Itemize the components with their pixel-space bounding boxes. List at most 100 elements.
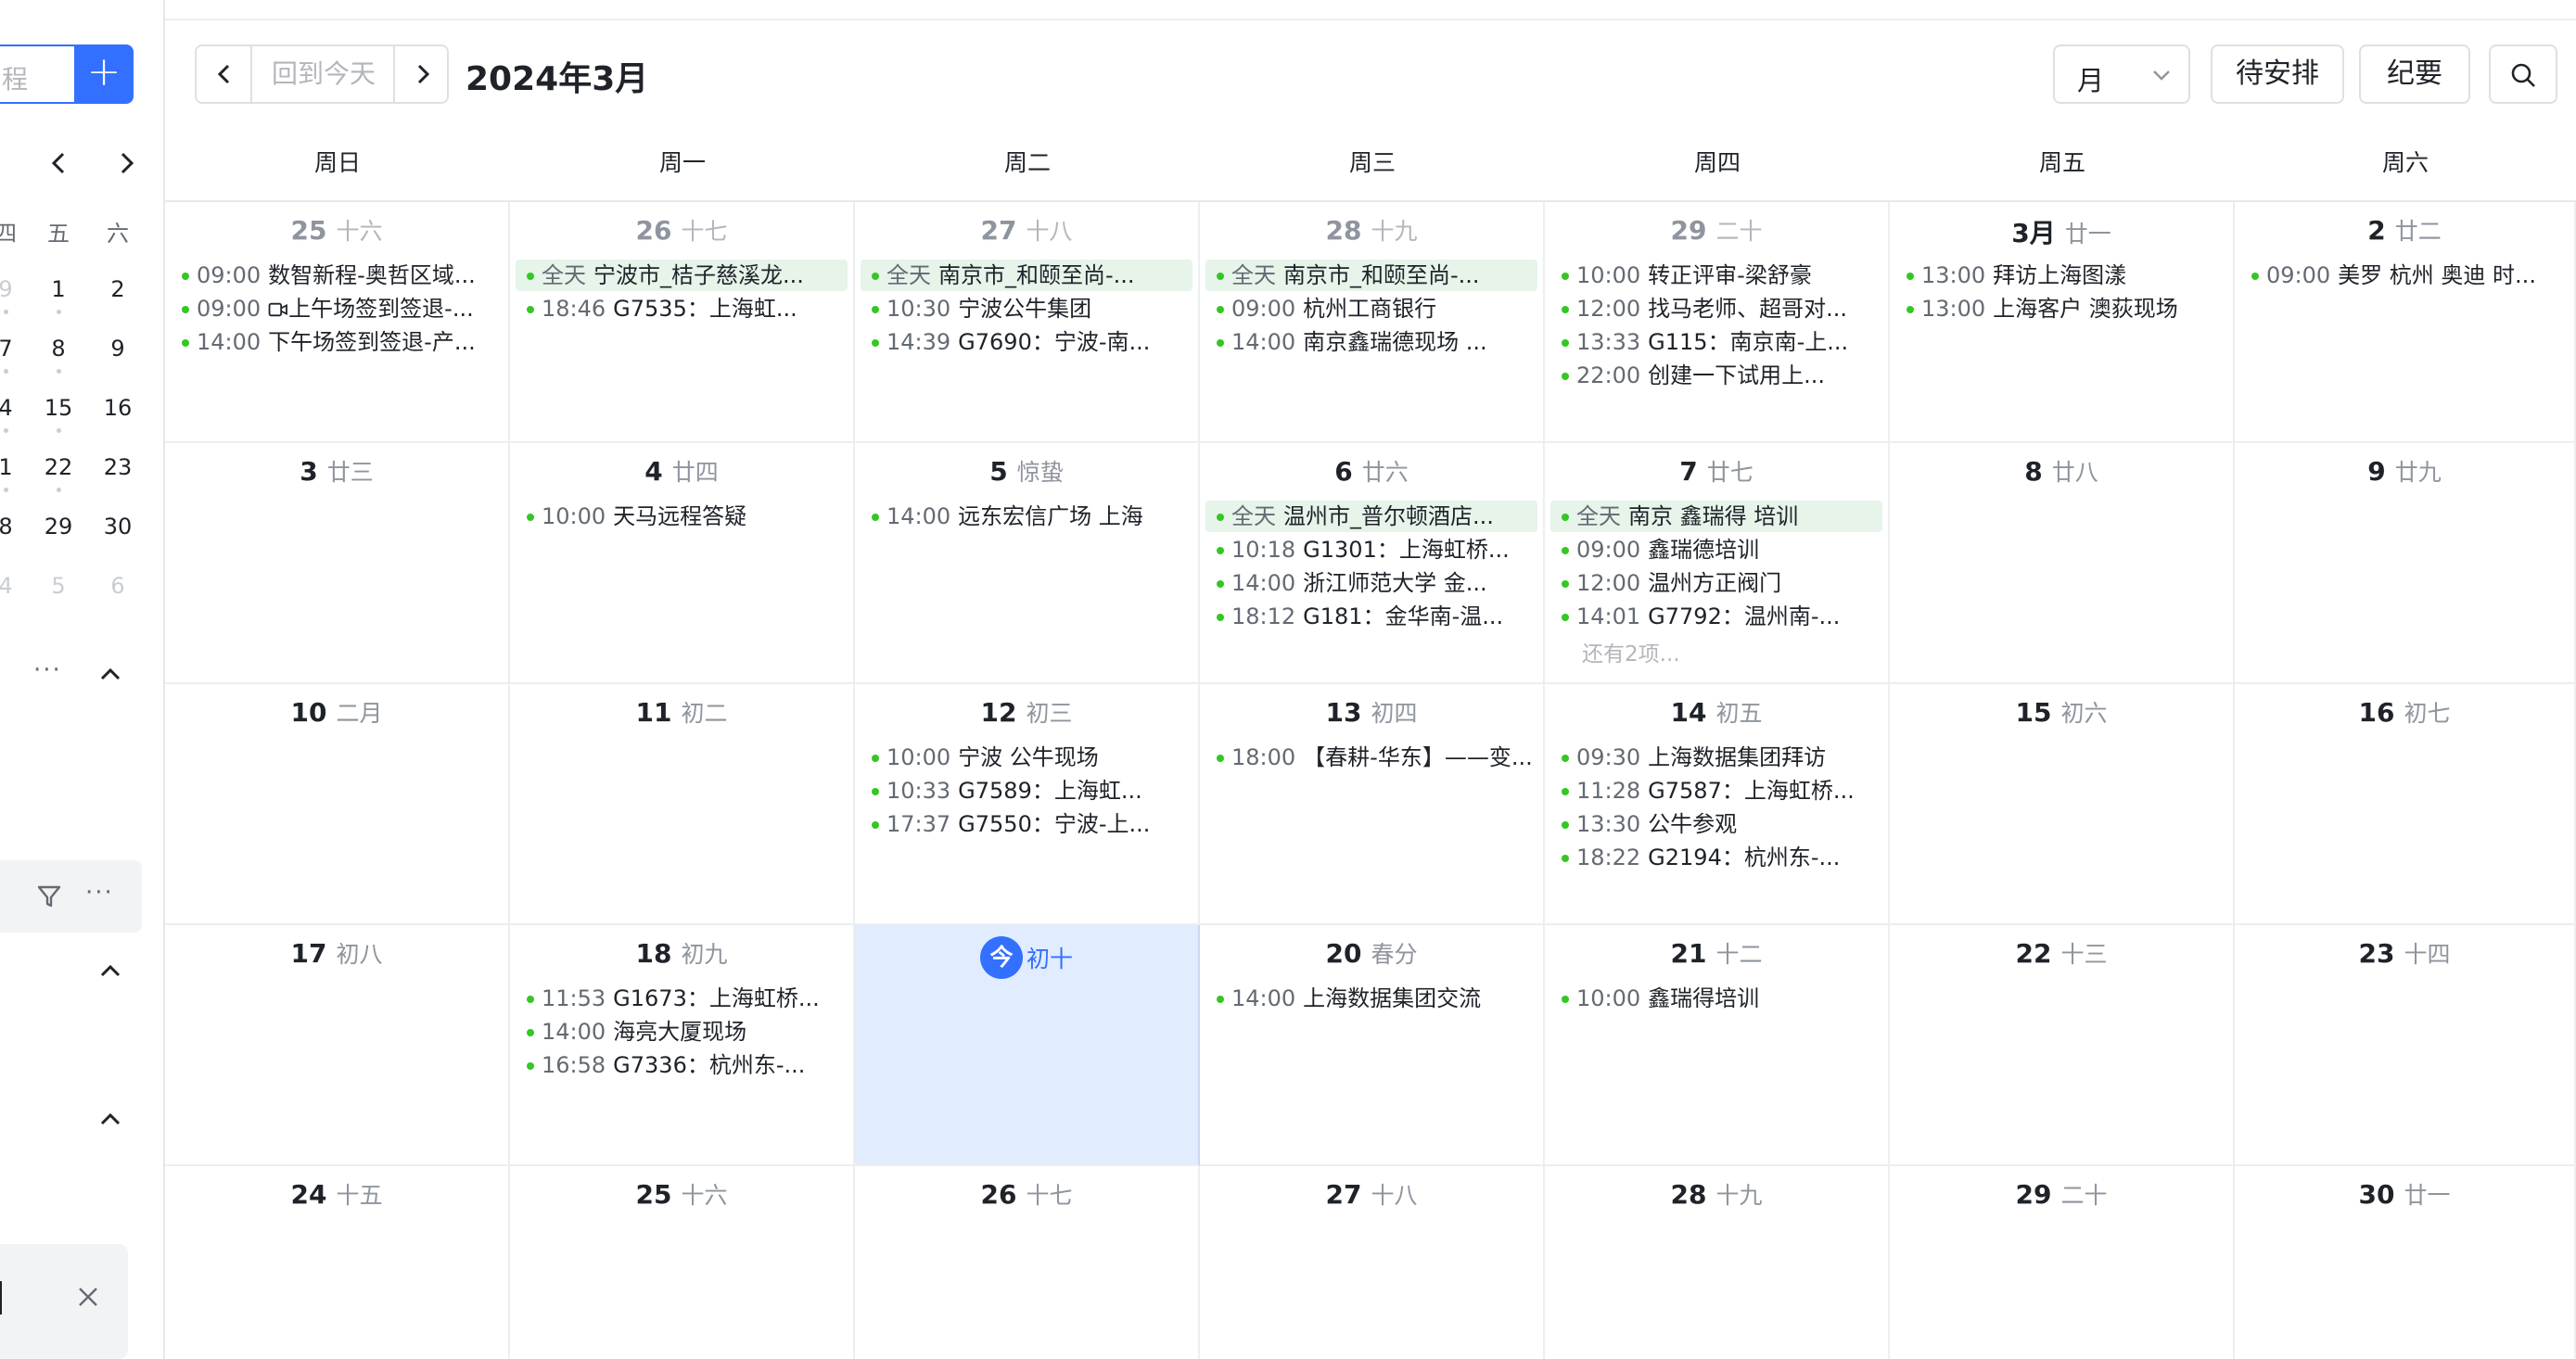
allday-event[interactable]: 全天 温州市_普尔顿酒店...: [1205, 501, 1537, 532]
mini-day[interactable]: 22: [40, 454, 77, 480]
day-cell-today[interactable]: 今初十: [855, 925, 1200, 1166]
day-cell[interactable]: 25 十六 09:00 数智新程-奥哲区域... 09:00 上午场签到签退-... 14:…: [165, 202, 510, 443]
pending-button[interactable]: 待安排: [2211, 44, 2344, 104]
day-cell[interactable]: 27 十八 全天 南京市_和颐至尚-... 10:30 宁波公牛集团 14:39 G7690：…: [855, 202, 1200, 443]
day-cell[interactable]: 26 十七: [855, 1166, 1200, 1359]
day-cell[interactable]: 3月 廿一 13:00 拜访上海图漾 13:00 上海客户 澳荻现场: [1890, 202, 2235, 443]
chevron-up-icon[interactable]: [96, 957, 124, 984]
mini-day[interactable]: 1: [40, 276, 77, 302]
event-item[interactable]: 10:30 宁波公牛集团: [861, 293, 1192, 324]
event-item[interactable]: 14:01 G7792：温州南-...: [1550, 601, 1882, 632]
chevron-left-icon[interactable]: [43, 146, 76, 180]
mini-day[interactable]: 6: [99, 573, 136, 599]
day-cell[interactable]: 7 廿七 全天 南京 鑫瑞得 培训 09:00 鑫瑞德培训 12:00 温州方正阀门 14:01…: [1545, 443, 1890, 684]
filter-icon[interactable]: [35, 883, 63, 910]
prev-month-button[interactable]: [197, 46, 252, 102]
search-button[interactable]: [2489, 44, 2557, 104]
mini-day[interactable]: 1: [0, 454, 24, 480]
event-item[interactable]: 22:00 创建一下试用上...: [1550, 360, 1882, 391]
mini-day[interactable]: 5: [40, 573, 77, 599]
allday-event[interactable]: 全天 南京 鑫瑞得 培训: [1550, 501, 1882, 532]
mini-day[interactable]: 4: [0, 395, 24, 421]
more-icon[interactable]: ···: [85, 879, 114, 907]
day-cell[interactable]: 20 春分 14:00 上海数据集团交流: [1200, 925, 1545, 1166]
day-cell[interactable]: 21 十二 10:00 鑫瑞得培训: [1545, 925, 1890, 1166]
event-item[interactable]: 14:00 浙江师范大学 金...: [1205, 567, 1537, 599]
day-cell[interactable]: 13 初四 18:00 【春耕-华东】——变...: [1200, 684, 1545, 925]
event-item[interactable]: 12:00 找马老师、超哥对...: [1550, 293, 1882, 324]
mini-day[interactable]: 30: [99, 514, 136, 540]
event-item[interactable]: 13:00 拜访上海图漾: [1895, 260, 2227, 291]
mini-day[interactable]: 7: [0, 336, 24, 362]
event-item[interactable]: 17:37 G7550：宁波-上...: [861, 808, 1192, 840]
event-item[interactable]: 14:00 南京鑫瑞德现场 ...: [1205, 326, 1537, 358]
day-cell[interactable]: 22 十三: [1890, 925, 2235, 1166]
day-cell[interactable]: 12 初三 10:00 宁波 公牛现场 10:33 G7589：上海虹... 17:37 G7…: [855, 684, 1200, 925]
day-cell[interactable]: 2 廿二 09:00 美罗 杭州 奥迪 时...: [2235, 202, 2576, 443]
day-cell[interactable]: 27 十八: [1200, 1166, 1545, 1359]
chevron-up-icon[interactable]: [96, 1105, 124, 1133]
event-item[interactable]: 18:00 【春耕-华东】——变...: [1205, 742, 1537, 773]
mini-day[interactable]: 2: [99, 276, 136, 302]
event-item[interactable]: 09:00 鑫瑞德培训: [1550, 534, 1882, 565]
event-item[interactable]: 10:00 宁波 公牛现场: [861, 742, 1192, 773]
day-cell[interactable]: 24 十五: [165, 1166, 510, 1359]
day-cell[interactable]: 18 初九 11:53 G1673：上海虹桥... 14:00 海亮大厦现场 16:58 G7…: [510, 925, 855, 1166]
mini-day[interactable]: 23: [99, 454, 136, 480]
mini-day[interactable]: 8: [40, 336, 77, 362]
event-item[interactable]: 14:00 下午场签到签退-产...: [171, 326, 503, 358]
event-item[interactable]: 10:00 转正评审-梁舒豪: [1550, 260, 1882, 291]
day-cell[interactable]: 14 初五 09:30 上海数据集团拜访 11:28 G7587：上海虹桥... 13:30…: [1545, 684, 1890, 925]
event-item[interactable]: 09:00 上午场签到签退-...: [171, 293, 503, 324]
chevron-up-icon[interactable]: [96, 660, 124, 688]
event-item[interactable]: 14:00 海亮大厦现场: [516, 1016, 848, 1048]
day-cell[interactable]: 29 二十: [1890, 1166, 2235, 1359]
day-cell[interactable]: 4 廿四 10:00 天马远程答疑: [510, 443, 855, 684]
event-item[interactable]: 09:00 杭州工商银行: [1205, 293, 1537, 324]
event-item[interactable]: 11:28 G7587：上海虹桥...: [1550, 775, 1882, 807]
close-icon[interactable]: [74, 1283, 102, 1311]
day-cell[interactable]: 15 初六: [1890, 684, 2235, 925]
mini-day[interactable]: 29: [40, 514, 77, 540]
event-item[interactable]: 18:22 G2194：杭州东-...: [1550, 842, 1882, 873]
day-cell[interactable]: 23 十四: [2235, 925, 2576, 1166]
day-cell[interactable]: 26 十七 全天 宁波市_桔子慈溪龙... 18:46 G7535：上海虹...: [510, 202, 855, 443]
back-to-today-button[interactable]: 回到今天: [254, 46, 393, 102]
day-cell[interactable]: 30 廿一: [2235, 1166, 2576, 1359]
more-icon[interactable]: ···: [33, 656, 62, 684]
day-cell[interactable]: 28 十九 全天 南京市_和颐至尚-... 09:00 杭州工商银行 14:00 南京鑫瑞德现…: [1200, 202, 1545, 443]
day-cell[interactable]: 28 十九: [1545, 1166, 1890, 1359]
allday-event[interactable]: 全天 宁波市_桔子慈溪龙...: [516, 260, 848, 291]
add-event-button[interactable]: +: [74, 44, 134, 104]
day-cell[interactable]: 10 二月: [165, 684, 510, 925]
event-item[interactable]: 13:00 上海客户 澳荻现场: [1895, 293, 2227, 324]
day-cell[interactable]: 9 廿九: [2235, 443, 2576, 684]
day-cell[interactable]: 6 廿六 全天 温州市_普尔顿酒店... 10:18 G1301：上海虹桥... 14:00…: [1200, 443, 1545, 684]
event-item[interactable]: 09:00 数智新程-奥哲区域...: [171, 260, 503, 291]
day-cell[interactable]: 3 廿三: [165, 443, 510, 684]
mini-day[interactable]: 16: [99, 395, 136, 421]
event-item[interactable]: 18:12 G181：金华南-温...: [1205, 601, 1537, 632]
day-cell[interactable]: 8 廿八: [1890, 443, 2235, 684]
mini-day[interactable]: 8: [0, 514, 24, 540]
allday-event[interactable]: 全天 南京市_和颐至尚-...: [1205, 260, 1537, 291]
day-cell[interactable]: 17 初八: [165, 925, 510, 1166]
event-item[interactable]: 14:00 上海数据集团交流: [1205, 983, 1537, 1014]
mini-day[interactable]: 15: [40, 395, 77, 421]
event-item[interactable]: 18:46 G7535：上海虹...: [516, 293, 848, 324]
allday-event[interactable]: 全天 南京市_和颐至尚-...: [861, 260, 1192, 291]
day-cell[interactable]: 5 惊蛰 14:00 远东宏信广场 上海: [855, 443, 1200, 684]
mini-day[interactable]: 4: [0, 573, 24, 599]
event-item[interactable]: 09:00 美罗 杭州 奥迪 时...: [2240, 260, 2569, 291]
event-item[interactable]: 11:53 G1673：上海虹桥...: [516, 983, 848, 1014]
view-select[interactable]: 月: [2053, 44, 2190, 104]
day-cell[interactable]: 11 初二: [510, 684, 855, 925]
minutes-button[interactable]: 纪要: [2359, 44, 2470, 104]
event-item[interactable]: 12:00 温州方正阀门: [1550, 567, 1882, 599]
chevron-right-icon[interactable]: [109, 146, 143, 180]
mini-day[interactable]: 9: [0, 276, 24, 302]
event-item[interactable]: 16:58 G7336：杭州东-...: [516, 1049, 848, 1081]
event-item[interactable]: 14:00 远东宏信广场 上海: [861, 501, 1192, 532]
event-item[interactable]: 13:33 G115：南京南-上...: [1550, 326, 1882, 358]
day-cell[interactable]: 29 二十 10:00 转正评审-梁舒豪 12:00 找马老师、超哥对... 13:33 G1…: [1545, 202, 1890, 443]
